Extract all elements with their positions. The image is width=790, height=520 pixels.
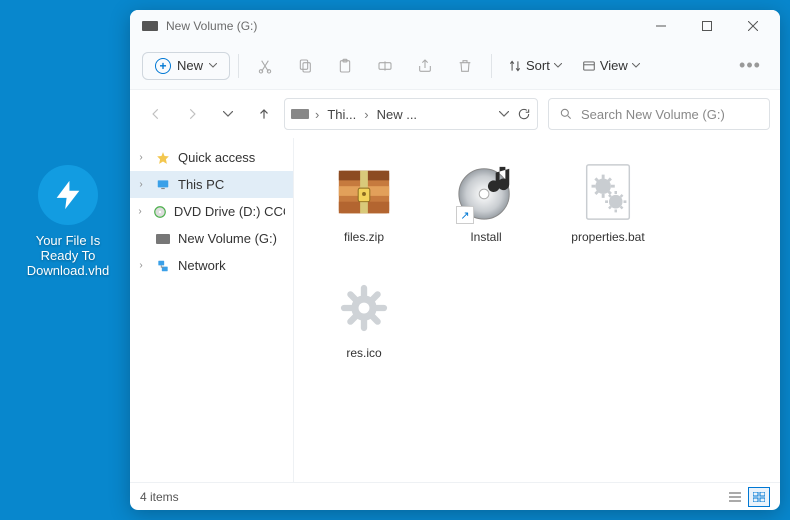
separator (238, 54, 239, 78)
search-icon (559, 107, 573, 121)
maximize-button[interactable] (684, 10, 730, 42)
chevron-down-icon (632, 63, 640, 68)
file-label: files.zip (344, 230, 384, 244)
new-button-label: New (177, 58, 203, 73)
drive-icon (142, 21, 158, 31)
sidebar-item-network[interactable]: › Network (130, 252, 293, 279)
batch-file-icon (572, 158, 644, 226)
chevron-down-icon[interactable] (499, 111, 509, 117)
breadcrumb-separator: › (315, 107, 319, 122)
recent-locations-button[interactable] (212, 98, 244, 130)
star-icon (154, 151, 172, 165)
window-title: New Volume (G:) (166, 19, 638, 33)
view-icon (582, 59, 596, 73)
large-icons-view-button[interactable] (748, 487, 770, 507)
share-button[interactable] (407, 48, 443, 84)
drive-icon (154, 234, 172, 244)
sidebar-item-label: This PC (178, 177, 224, 192)
sidebar-item-new-volume[interactable]: New Volume (G:) (130, 225, 293, 252)
sidebar-item-label: New Volume (G:) (178, 231, 277, 246)
drive-icon (291, 109, 309, 119)
close-button[interactable] (730, 10, 776, 42)
shortcut-arrow-icon: ↗ (456, 206, 474, 224)
breadcrumb-separator: › (364, 107, 368, 122)
copy-button[interactable] (287, 48, 323, 84)
zip-archive-icon (328, 158, 400, 226)
toolbar: + New Sort View (130, 42, 780, 90)
up-button[interactable] (248, 98, 280, 130)
disc-music-icon: ↗ (450, 158, 522, 226)
search-placeholder: Search New Volume (G:) (581, 107, 725, 122)
file-label: Install (470, 230, 501, 244)
breadcrumb-item[interactable]: Thi... (325, 105, 358, 124)
file-item-install[interactable]: ↗ Install (428, 150, 544, 260)
paste-button[interactable] (327, 48, 363, 84)
view-button[interactable]: View (574, 53, 648, 78)
cut-button[interactable] (247, 48, 283, 84)
gear-icon (328, 274, 400, 342)
forward-button[interactable] (176, 98, 208, 130)
sidebar-item-this-pc[interactable]: › This PC (130, 171, 293, 198)
breadcrumb-item[interactable]: New ... (375, 105, 419, 124)
monitor-icon (154, 178, 172, 192)
details-view-button[interactable] (724, 487, 746, 507)
disc-icon (152, 205, 168, 219)
address-bar-row: › Thi... › New ... Search New Volume (G:… (130, 90, 780, 138)
delete-button[interactable] (447, 48, 483, 84)
new-button[interactable]: + New (142, 52, 230, 80)
chevron-down-icon (209, 63, 217, 68)
view-mode-toggle (724, 487, 770, 507)
desktop-shortcut-label: Your File Is Ready To Download.vhd (18, 233, 118, 278)
file-item-bat[interactable]: properties.bat (550, 150, 666, 260)
separator (491, 54, 492, 78)
desktop-shortcut[interactable]: Your File Is Ready To Download.vhd (18, 165, 118, 278)
file-list[interactable]: files.zip ↗ Install (294, 138, 780, 482)
back-button[interactable] (140, 98, 172, 130)
rename-button[interactable] (367, 48, 403, 84)
refresh-button[interactable] (517, 107, 531, 121)
chevron-right-icon: › (134, 152, 148, 163)
view-label: View (600, 58, 628, 73)
address-bar[interactable]: › Thi... › New ... (284, 98, 538, 130)
more-button[interactable]: ••• (732, 48, 768, 84)
file-explorer-window: New Volume (G:) + New (130, 10, 780, 510)
sidebar-item-label: Quick access (178, 150, 255, 165)
chevron-right-icon: › (134, 179, 148, 190)
file-item-ico[interactable]: res.ico (306, 266, 422, 376)
navigation-pane: › Quick access › This PC › DVD Drive (D:… (130, 138, 294, 482)
sidebar-item-dvd-drive[interactable]: › DVD Drive (D:) CCCC (130, 198, 293, 225)
item-count-label: 4 items (140, 490, 179, 504)
network-icon (154, 259, 172, 273)
file-item-zip[interactable]: files.zip (306, 150, 422, 260)
file-label: res.ico (346, 346, 381, 360)
file-label: properties.bat (571, 230, 644, 244)
search-box[interactable]: Search New Volume (G:) (548, 98, 770, 130)
chevron-right-icon: › (134, 260, 148, 271)
sidebar-item-label: Network (178, 258, 226, 273)
plus-icon: + (155, 58, 171, 74)
chevron-down-icon (554, 63, 562, 68)
sidebar-item-label: DVD Drive (D:) CCCC (174, 204, 285, 219)
sort-button[interactable]: Sort (500, 53, 570, 78)
titlebar[interactable]: New Volume (G:) (130, 10, 780, 42)
sort-icon (508, 59, 522, 73)
sidebar-item-quick-access[interactable]: › Quick access (130, 144, 293, 171)
content-area: › Quick access › This PC › DVD Drive (D:… (130, 138, 780, 482)
chevron-right-icon: › (134, 206, 146, 217)
sort-label: Sort (526, 58, 550, 73)
status-bar: 4 items (130, 482, 780, 510)
daemon-tools-icon (38, 165, 98, 225)
minimize-button[interactable] (638, 10, 684, 42)
